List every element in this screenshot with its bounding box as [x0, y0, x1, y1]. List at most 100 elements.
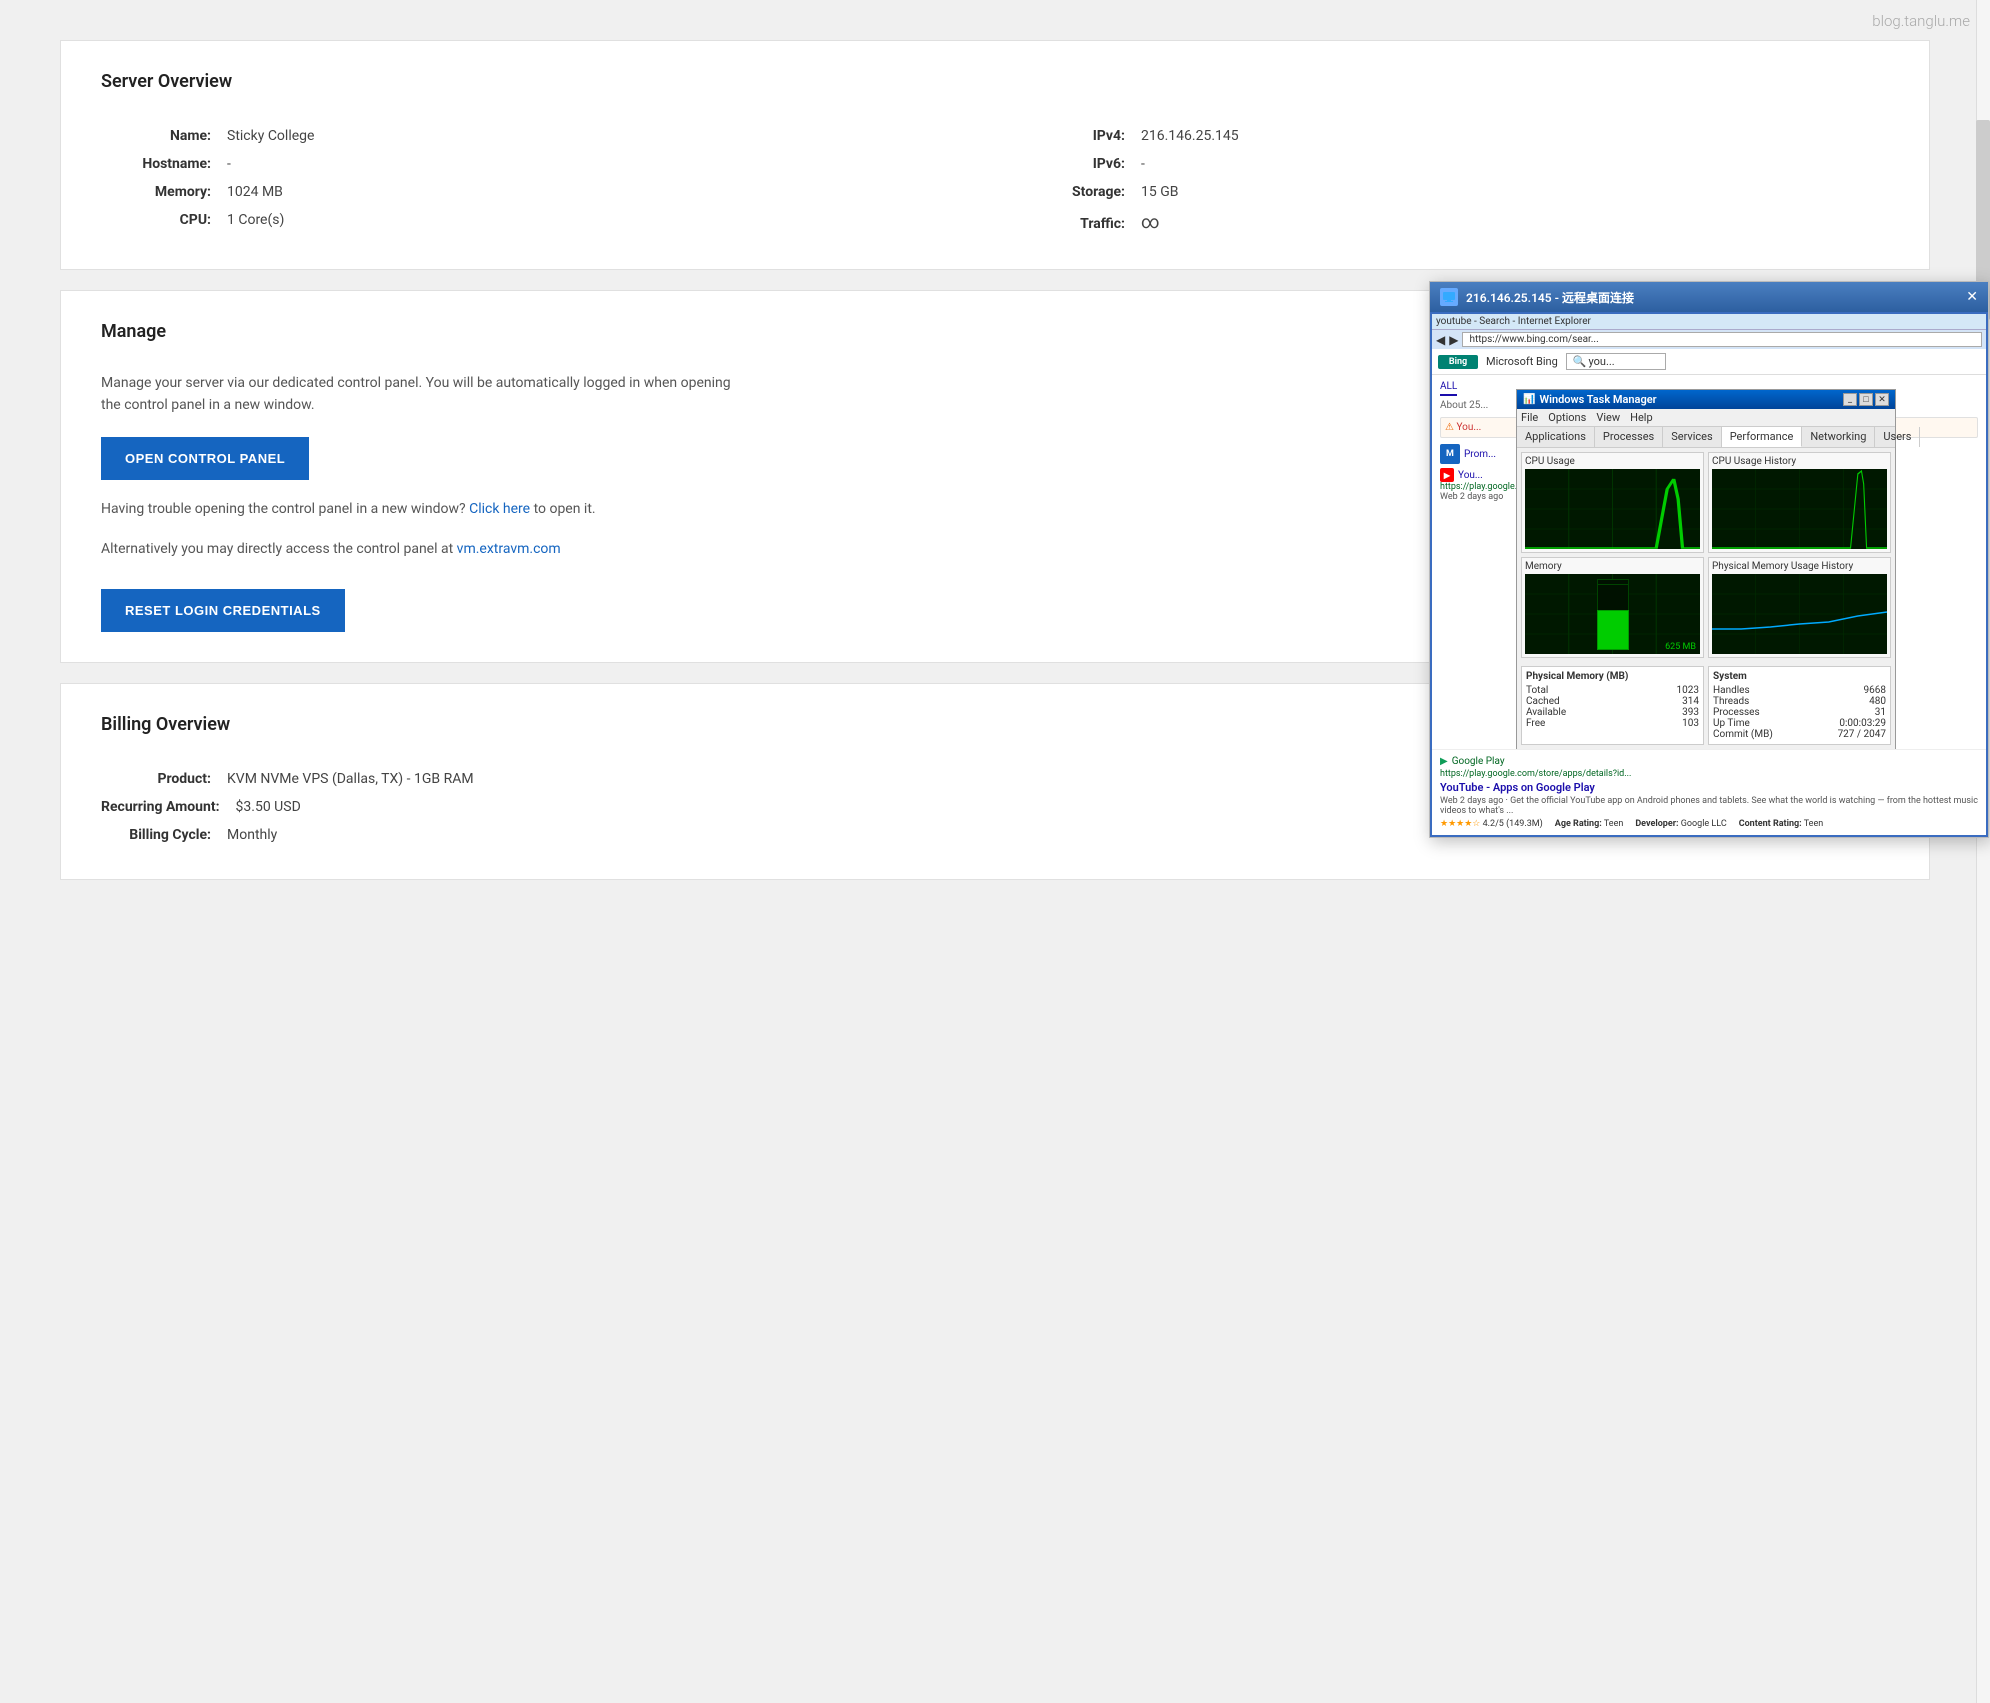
alt-text-prefix: Alternatively you may directly access th…	[101, 541, 453, 557]
recurring-label: Recurring Amount:	[101, 799, 220, 815]
open-control-panel-button[interactable]: OPEN CONTROL PANEL	[101, 437, 309, 480]
gp-icon: ▶	[1440, 756, 1448, 767]
taskman-close[interactable]: ✕	[1875, 393, 1889, 406]
ipv4-label: IPv4:	[1015, 128, 1125, 144]
age-rating-label: Age Rating:	[1555, 819, 1602, 829]
bing-search-bar: Bing Microsoft Bing 🔍 you...	[1432, 349, 1986, 375]
ie-title: youtube - Search - Internet Explorer	[1436, 316, 1591, 327]
ie-address-bar: ◀ ▶ https://www.bing.com/sear...	[1432, 330, 1986, 349]
gp-developer: Developer: Google LLC	[1635, 819, 1726, 829]
memory-panel-label: Memory	[1525, 561, 1700, 572]
cpu-history-svg	[1712, 469, 1887, 549]
forward-icon[interactable]: ▶	[1449, 333, 1458, 347]
name-value: Sticky College	[227, 128, 314, 144]
cpu-history-graph	[1712, 469, 1887, 549]
cpu-history-panel: CPU Usage History	[1708, 452, 1891, 553]
uptime-label: Up Time	[1713, 718, 1750, 729]
gp-store-label: Google Play	[1452, 756, 1505, 767]
gp-rating: ★★★★☆ 4.2/5 (149.3M)	[1440, 819, 1543, 829]
mem-history-graph	[1712, 574, 1887, 654]
tab-processes[interactable]: Processes	[1595, 427, 1663, 447]
billing-left-col: Product: KVM NVMe VPS (Dallas, TX) - 1GB…	[101, 765, 975, 849]
tab-applications[interactable]: Applications	[1517, 427, 1595, 447]
all-tab[interactable]: ALL	[1440, 381, 1457, 396]
overview-grid: Name: Sticky College Hostname: - Memory:…	[101, 122, 1889, 239]
mem-history-panel: Physical Memory Usage History	[1708, 557, 1891, 658]
developer-value: Google LLC	[1681, 819, 1727, 829]
taskman-maximize[interactable]: □	[1859, 393, 1873, 406]
content-rating-value: Teen	[1804, 819, 1823, 829]
gp-title: YouTube - Apps on Google Play	[1440, 781, 1978, 794]
tab-services[interactable]: Services	[1663, 427, 1721, 447]
physical-memory-stats-title: Physical Memory (MB)	[1526, 671, 1699, 682]
gp-header: ▶ Google Play	[1440, 756, 1978, 767]
total-row: Total 1023	[1526, 685, 1699, 696]
url-bar[interactable]: https://www.bing.com/sear...	[1462, 332, 1982, 347]
ipv6-value: -	[1141, 156, 1145, 172]
tab-users[interactable]: Users	[1875, 427, 1920, 447]
warning-text: You...	[1456, 422, 1481, 433]
rating-value: 4.2/5	[1483, 819, 1504, 829]
hostname-value: -	[227, 156, 231, 172]
overview-right-col: IPv4: 216.146.25.145 IPv6: - Storage: 15…	[1015, 122, 1889, 239]
memory-bar-empty-mid	[1597, 585, 1629, 610]
traffic-value: ∞	[1141, 212, 1160, 233]
tab-performance[interactable]: Performance	[1722, 427, 1803, 447]
click-here-link[interactable]: Click here	[469, 501, 530, 517]
threads-value: 480	[1869, 696, 1886, 707]
rd-icon	[1440, 288, 1458, 306]
gp-meta: ★★★★☆ 4.2/5 (149.3M) Age Rating: Teen De…	[1440, 819, 1978, 829]
ms-icon: M	[1440, 444, 1460, 464]
rd-title-text: 216.146.25.145 - 远程桌面连接	[1466, 289, 1634, 306]
google-play-result: ▶ Google Play https://play.google.com/st…	[1432, 749, 1986, 835]
menu-options[interactable]: Options	[1548, 411, 1586, 424]
recurring-value: $3.50 USD	[236, 799, 301, 815]
search-box[interactable]: 🔍 you...	[1566, 353, 1666, 370]
search-icon: 🔍	[1573, 355, 1587, 368]
reset-login-credentials-button[interactable]: RESET LOGIN CREDENTIALS	[101, 589, 345, 632]
available-value: 393	[1682, 707, 1699, 718]
gp-url: https://play.google.com/store/apps/detai…	[1440, 769, 1978, 779]
ipv4-value: 216.146.25.145	[1141, 128, 1239, 144]
commit-label: Commit (MB)	[1713, 729, 1773, 740]
ie-browser-bar: youtube - Search - Internet Explorer	[1432, 314, 1986, 330]
back-icon[interactable]: ◀	[1436, 333, 1445, 347]
overview-left-col: Name: Sticky College Hostname: - Memory:…	[101, 122, 975, 239]
menu-help[interactable]: Help	[1630, 411, 1653, 424]
rd-content: youtube - Search - Internet Explorer ◀ ▶…	[1430, 312, 1988, 837]
mem-history-svg	[1712, 574, 1887, 654]
gp-desc: Web 2 days ago · Get the official YouTub…	[1440, 796, 1978, 816]
scrollbar-track[interactable]	[1976, 0, 1990, 1703]
memory-bar-graph: 625 MB	[1525, 574, 1700, 654]
traffic-row: Traffic: ∞	[1015, 206, 1889, 239]
taskman-perf-area: CPU Usage	[1517, 448, 1895, 662]
threads-row: Threads 480	[1713, 696, 1886, 707]
extravm-link[interactable]: vm.extravm.com	[457, 541, 561, 557]
storage-value: 15 GB	[1141, 184, 1178, 200]
product-label: Product:	[101, 771, 211, 787]
bing-logo: Bing	[1438, 355, 1478, 369]
taskman-tabs: Applications Processes Services Performa…	[1517, 427, 1895, 448]
taskman-minimize[interactable]: _	[1843, 393, 1857, 406]
name-label: Name:	[101, 128, 211, 144]
free-label: Free	[1526, 718, 1545, 729]
menu-view[interactable]: View	[1596, 411, 1620, 424]
processes-label: Processes	[1713, 707, 1760, 718]
hostname-row: Hostname: -	[101, 150, 975, 178]
gp-age-rating: Age Rating: Teen	[1555, 819, 1624, 829]
total-value: 1023	[1677, 685, 1699, 696]
processes-row: Processes 31	[1713, 707, 1886, 718]
menu-file[interactable]: File	[1521, 411, 1538, 424]
tab-networking[interactable]: Networking	[1802, 427, 1875, 447]
content-rating-label: Content Rating:	[1739, 819, 1802, 829]
cached-label: Cached	[1526, 696, 1560, 707]
yt-result-title: You...	[1458, 470, 1483, 481]
memory-panel: Memory	[1521, 557, 1704, 658]
uptime-value: 0:00:03:29	[1839, 718, 1886, 729]
help-prefix: Having trouble opening the control panel…	[101, 501, 466, 517]
handles-row: Handles 9668	[1713, 685, 1886, 696]
uptime-row: Up Time 0:00:03:29	[1713, 718, 1886, 729]
rd-close-button[interactable]: ✕	[1966, 289, 1978, 305]
cpu-graph-svg	[1525, 469, 1700, 549]
warning-icon: ⚠	[1445, 422, 1454, 433]
